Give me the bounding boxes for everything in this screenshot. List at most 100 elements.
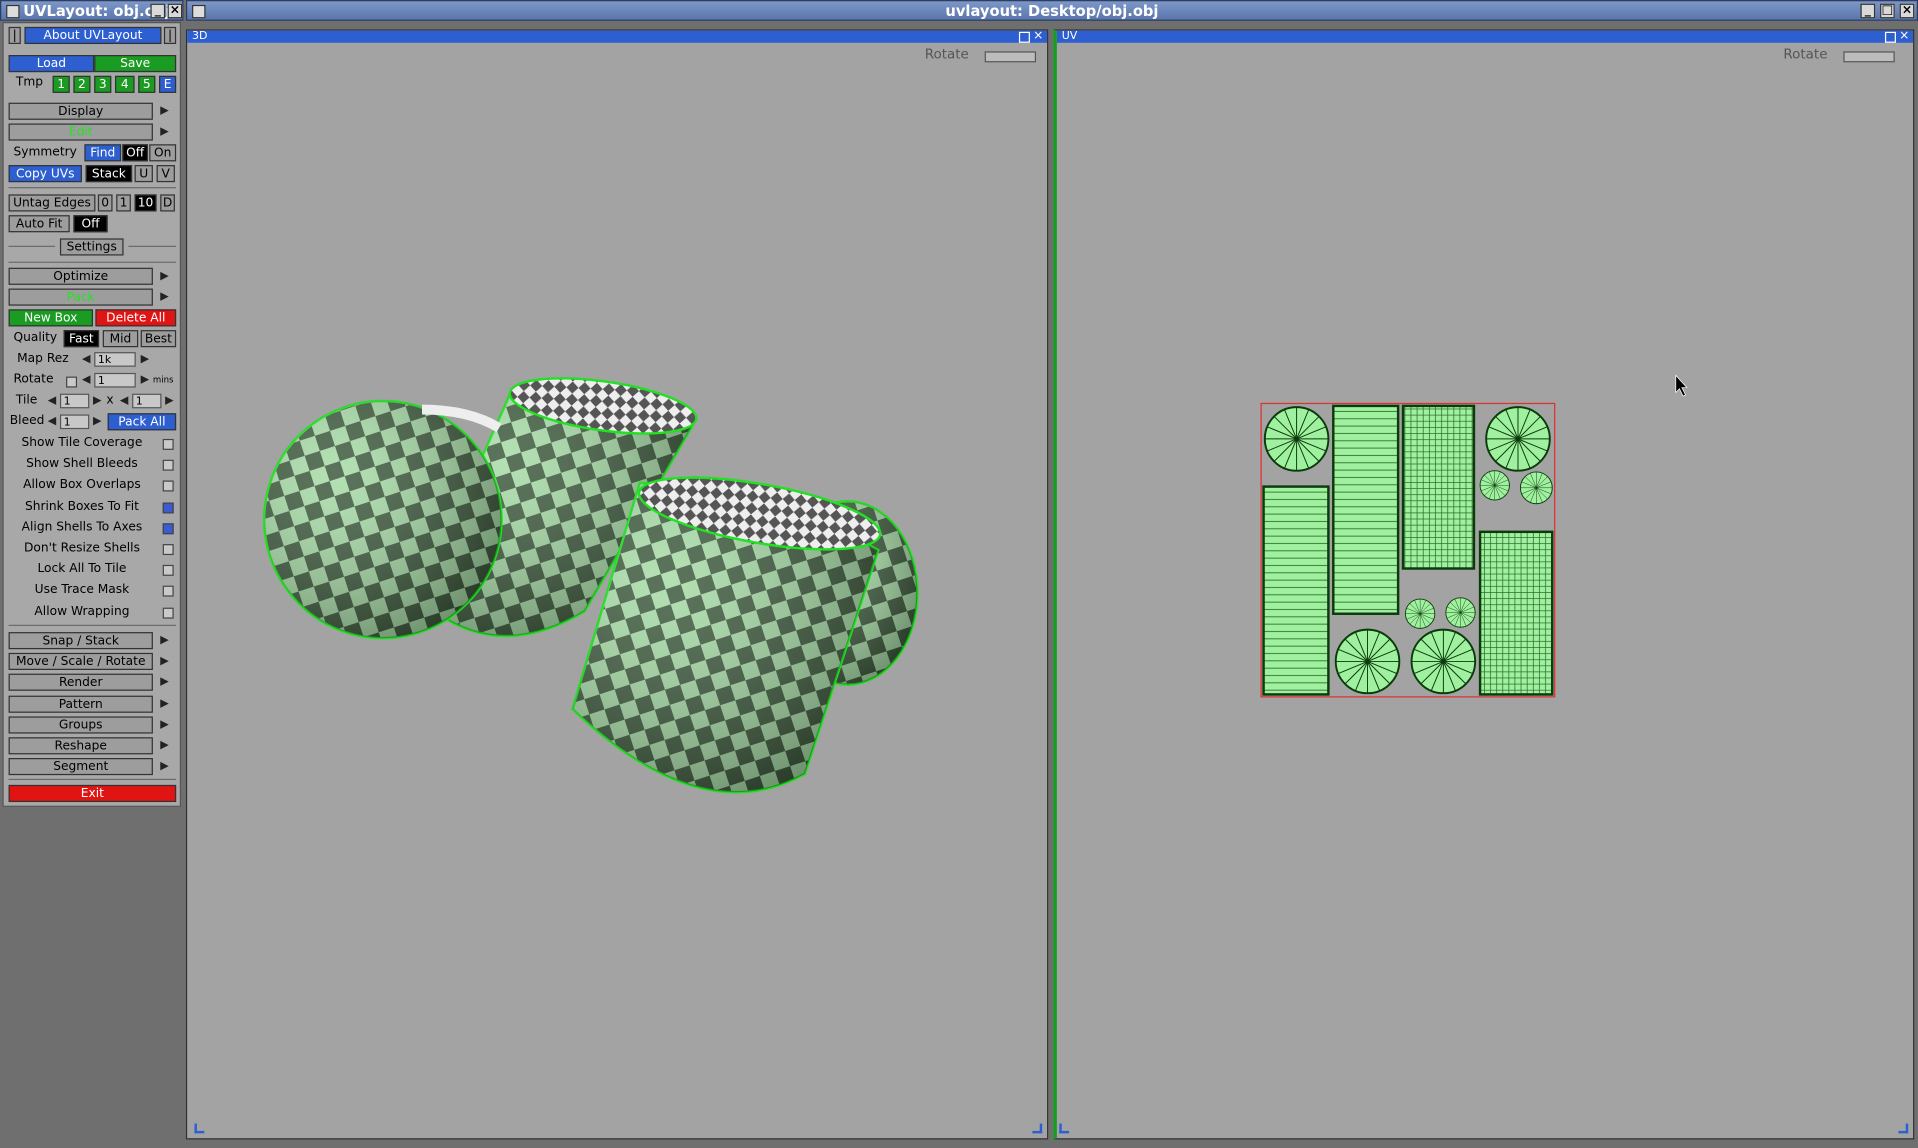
decrease-arrow-icon[interactable]: ◀ [48,413,56,430]
stack-button[interactable]: Stack [85,165,133,183]
exit-button[interactable]: Exit [8,784,177,803]
decrease-arrow-icon[interactable]: ◀ [120,392,128,409]
map-rez-field[interactable]: 1k [94,352,136,367]
bleed-field[interactable]: 1 [59,414,90,430]
menu-reshape[interactable]: Reshape [8,737,153,755]
uv-layout-render[interactable] [1057,31,1914,1140]
expand-arrow-icon: ▶ [160,270,169,283]
divider [8,187,177,189]
auto-fit-toggle[interactable]: Off [73,215,108,233]
option-label: Lock All To Tile [37,562,127,577]
tile-x-field[interactable]: 1 [59,393,90,409]
tmp-slot-3[interactable]: 3 [94,75,112,93]
tmp-label: Tmp [15,75,44,90]
expand-arrow-icon: ▶ [160,718,169,731]
window-menu-icon[interactable] [6,4,20,19]
option-checkbox[interactable] [162,480,174,492]
menu-render[interactable]: Render [8,674,153,692]
menu-snap-stack[interactable]: Snap / Stack [8,632,153,650]
optimize-menu[interactable]: Optimize [8,267,153,285]
option-checkbox[interactable] [162,459,174,471]
minimize-icon[interactable]: _ [150,3,166,19]
tile-separator: x [106,393,114,408]
resize-handle-icon[interactable] [1059,1123,1070,1134]
increase-arrow-icon[interactable]: ▶ [93,413,101,430]
divider [128,245,177,247]
panel-pin-left[interactable]: | [8,26,21,45]
option-checkbox[interactable] [162,523,174,535]
quality-fast[interactable]: Fast [63,330,100,348]
option-checkbox[interactable] [162,501,174,513]
tmp-slot-e[interactable]: E [159,75,177,93]
load-button[interactable]: Load [8,55,95,73]
decrease-arrow-icon[interactable]: ◀ [48,392,56,409]
symmetry-find-button[interactable]: Find [84,144,122,162]
increase-arrow-icon[interactable]: ▶ [93,392,101,409]
untag-opt-0[interactable]: 0 [97,194,113,212]
symmetry-off-button[interactable]: Off [122,144,149,162]
menu-pattern[interactable]: Pattern [8,695,153,713]
auto-fit-button[interactable]: Auto Fit [8,215,70,233]
tmp-slot-5[interactable]: 5 [138,75,156,93]
mouse-cursor-icon [1675,374,1688,397]
expand-arrow-icon: ▶ [160,105,169,118]
menu-move-scale-rotate[interactable]: Move / Scale / Rotate [8,653,153,671]
tmp-slot-4[interactable]: 4 [114,75,135,93]
increase-arrow-icon[interactable]: ▶ [165,392,173,409]
copy-uvs-button[interactable]: Copy UVs [8,165,82,183]
pack-menu[interactable]: Pack [8,288,153,306]
viewport-3d[interactable]: 3D × Rotate [185,29,1049,1140]
expand-arrow-icon: ▶ [160,697,169,710]
decrease-arrow-icon[interactable]: ◀ [82,372,90,389]
new-box-button[interactable]: New Box [8,309,93,327]
viewport-uv[interactable]: UV × Rotate [1053,29,1915,1140]
tmp-slot-2[interactable]: 2 [73,75,91,93]
main-window-titlebar[interactable]: uvlayout: Desktop/obj.obj _ □ × [185,0,1918,21]
option-label: Align Shells To Axes [21,520,143,535]
increase-arrow-icon[interactable]: ▶ [141,372,149,389]
display-menu[interactable]: Display [8,102,153,120]
panel-pin-right[interactable]: | [163,26,177,45]
quality-best[interactable]: Best [140,330,177,348]
v-button[interactable]: V [156,165,175,183]
about-button[interactable]: About UVLayout [24,26,162,45]
option-checkbox[interactable] [162,565,174,577]
mesh-3d-render[interactable] [187,43,1048,1140]
settings-button[interactable]: Settings [59,238,124,256]
tile-y-field[interactable]: 1 [132,393,162,409]
rotate-field[interactable]: 1 [94,372,136,388]
option-checkbox[interactable] [162,544,174,556]
pack-all-button[interactable]: Pack All [107,413,177,431]
resize-handle-icon[interactable] [1898,1123,1909,1134]
small-window-titlebar[interactable]: UVLayout: obj.obj _ × [0,0,184,21]
edit-menu[interactable]: Edit [8,123,153,141]
resize-handle-icon[interactable] [1032,1123,1043,1134]
quality-mid[interactable]: Mid [102,330,139,348]
menu-groups[interactable]: Groups [8,716,153,734]
untag-opt-1[interactable]: 1 [116,194,131,212]
u-button[interactable]: U [134,165,153,183]
option-checkbox[interactable] [162,586,174,598]
maximize-icon[interactable] [1018,31,1030,43]
maximize-icon[interactable]: □ [1880,3,1895,19]
untag-opt-10[interactable]: 10 [134,194,157,212]
rotate-checkbox[interactable] [66,376,78,388]
decrease-arrow-icon[interactable]: ◀ [82,351,90,368]
increase-arrow-icon[interactable]: ▶ [141,351,149,368]
option-checkbox[interactable] [162,607,174,619]
delete-all-button[interactable]: Delete All [95,309,177,327]
symmetry-on-button[interactable]: On [149,144,177,162]
close-icon[interactable]: × [1899,3,1915,19]
window-menu-icon[interactable] [192,4,206,19]
untag-edges-button[interactable]: Untag Edges [8,194,96,212]
menu-segment[interactable]: Segment [8,758,153,776]
tmp-slot-1[interactable]: 1 [52,75,70,93]
expand-arrow-icon: ▶ [160,290,169,304]
close-icon[interactable]: × [1033,31,1043,43]
minimize-icon[interactable]: _ [1860,3,1876,19]
untag-opt-d[interactable]: D [160,194,175,212]
option-checkbox[interactable] [162,438,174,450]
save-button[interactable]: Save [94,55,177,73]
resize-handle-icon[interactable] [194,1123,205,1134]
close-icon[interactable]: × [167,3,183,19]
